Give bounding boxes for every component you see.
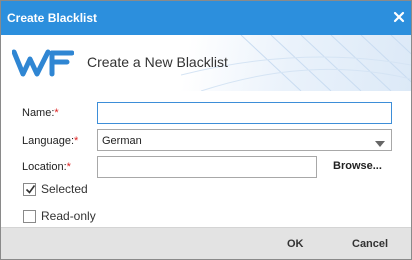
create-blacklist-dialog: Create Blacklist Create a New Blacklist … — [0, 0, 412, 260]
wf-logo-icon — [11, 48, 75, 78]
dialog-footer: OK Cancel — [1, 227, 411, 259]
required-mark: * — [54, 107, 59, 119]
language-label: Language:* — [22, 135, 79, 147]
cancel-button[interactable]: Cancel — [352, 238, 388, 250]
language-select[interactable]: German — [97, 129, 392, 151]
readonly-label: Read-only — [41, 209, 96, 223]
dialog-heading: Create a New Blacklist — [87, 54, 228, 70]
language-selected-value: German — [102, 135, 142, 147]
dialog-banner: Create a New Blacklist — [1, 35, 411, 91]
browse-button[interactable]: Browse... — [333, 160, 382, 172]
title-bar: Create Blacklist — [1, 1, 411, 35]
required-mark: * — [66, 161, 71, 173]
close-icon[interactable] — [391, 9, 407, 25]
selected-label: Selected — [41, 182, 88, 196]
required-mark: * — [74, 135, 79, 147]
location-input[interactable] — [97, 156, 317, 178]
readonly-checkbox[interactable] — [23, 210, 36, 223]
window-title: Create Blacklist — [7, 11, 98, 25]
selected-checkbox[interactable] — [23, 183, 36, 196]
location-label: Location:* — [22, 161, 71, 173]
chevron-down-icon — [375, 137, 385, 147]
ok-button[interactable]: OK — [287, 238, 304, 250]
checkmark-icon — [25, 185, 36, 194]
name-label: Name:* — [22, 107, 59, 119]
name-input[interactable] — [97, 102, 392, 124]
